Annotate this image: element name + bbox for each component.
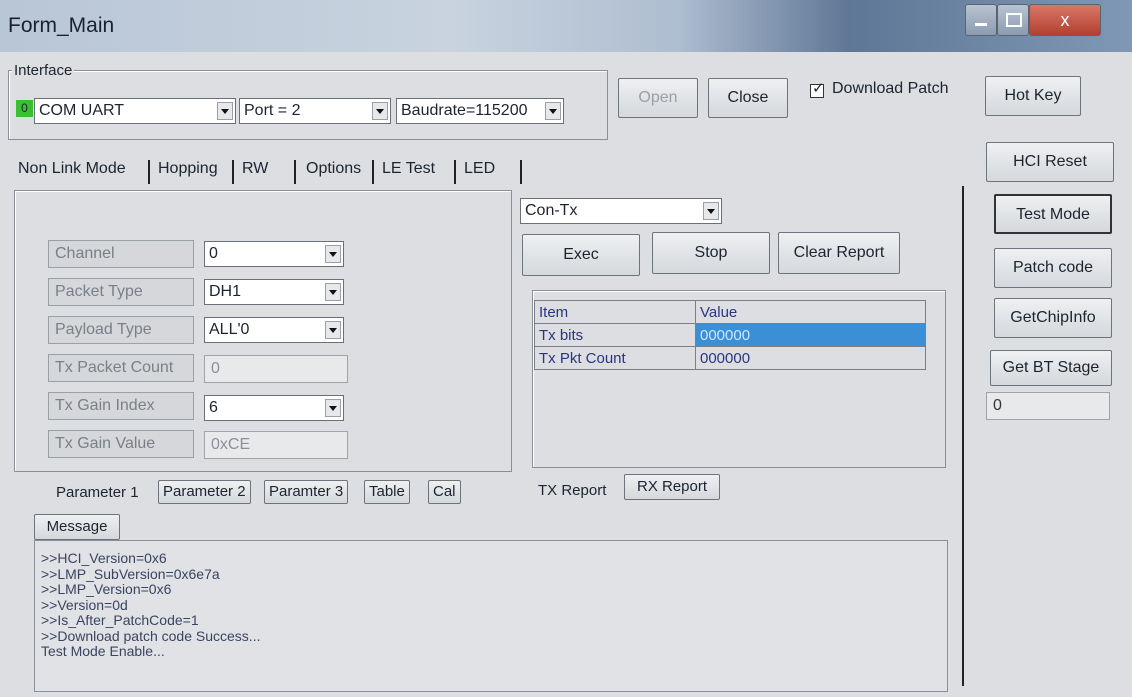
table-row[interactable]: Tx Pkt Count 000000 [534,346,926,370]
tab-options[interactable]: Options [302,160,365,178]
tab-le-test[interactable]: LE Test [378,160,439,178]
open-button[interactable]: Open [618,78,698,118]
chevron-down-icon[interactable] [325,283,341,301]
chevron-down-icon[interactable] [325,245,341,263]
tx-packet-count-input[interactable]: 0 [204,355,348,383]
get-chip-info-button[interactable]: GetChipInfo [994,298,1112,338]
tx-gain-value-label: Tx Gain Value [48,430,194,458]
report-header-item: Item [534,300,696,324]
tab-separator [454,160,456,184]
tx-packet-count-label: Tx Packet Count [48,354,194,382]
tab-separator [232,160,234,184]
tab-parameter-2[interactable]: Parameter 2 [158,480,251,504]
chevron-down-icon[interactable] [325,321,341,339]
close-button[interactable]: Close [708,78,788,118]
chevron-down-icon[interactable] [325,399,341,417]
packet-type-label: Packet Type [48,278,194,306]
stop-button[interactable]: Stop [652,232,770,274]
report-cell-item: Tx bits [534,323,696,347]
message-line: >>LMP_Version=0x6 [41,581,172,597]
port-type-value: COM UART [39,102,125,119]
exec-button[interactable]: Exec [522,234,640,276]
message-line: >>Version=0d [41,596,128,613]
minimize-icon[interactable] [965,4,997,36]
test-mode-value: Con-Tx [525,202,578,219]
tab-cal[interactable]: Cal [428,480,461,504]
main-tabs: Non Link Mode Hopping RW Options LE Test… [14,160,534,186]
chevron-down-icon[interactable] [545,102,561,120]
clear-report-button[interactable]: Clear Report [778,232,900,274]
report-cell-value: 000000 [695,323,926,347]
tab-led[interactable]: LED [460,160,499,178]
tab-rx-report[interactable]: RX Report [624,474,720,500]
chevron-down-icon[interactable] [217,102,233,120]
patch-code-button[interactable]: Patch code [994,248,1112,288]
tab-message[interactable]: Message [34,514,120,540]
close-icon[interactable]: x [1029,4,1101,36]
baudrate-select[interactable]: Baudrate=115200 [396,98,564,124]
tab-parameter-3[interactable]: Paramter 3 [264,480,349,504]
message-line: >>Is_After_PatchCode=1 [41,612,199,628]
test-mode-select[interactable]: Con-Tx [520,198,722,224]
message-log: >>HCI_Version=0x6 >>LMP_SubVersion=0x6e7… [34,540,948,692]
get-bt-stage-button[interactable]: Get BT Stage [990,350,1112,386]
packet-type-value: DH1 [209,283,242,300]
chevron-down-icon[interactable] [372,102,388,120]
test-mode-button[interactable]: Test Mode [994,194,1112,234]
report-header-value: Value [695,300,926,324]
interface-legend: Interface [12,62,75,79]
tab-rw[interactable]: RW [238,160,272,178]
right-divider [962,186,964,686]
download-patch-label: Download Patch [832,80,949,97]
table-row[interactable]: Tx bits 000000 [534,323,926,347]
tab-non-link-mode[interactable]: Non Link Mode [14,160,130,178]
status-led: 0 [16,100,33,117]
tab-tx-report[interactable]: TX Report [538,482,606,499]
baudrate-value: Baudrate=115200 [401,102,528,119]
message-line: >>LMP_SubVersion=0x6e7a [41,565,220,582]
parameter-tabs: Parameter 1 Parameter 2 Paramter 3 Table… [52,480,492,506]
tx-gain-index-label: Tx Gain Index [48,392,194,420]
message-line: >>HCI_Version=0x6 [41,550,167,566]
tab-hopping[interactable]: Hopping [154,160,222,178]
payload-type-label: Payload Type [48,316,194,344]
message-line: >>Download patch code Success... [41,627,261,644]
tx-gain-index-value: 6 [209,399,218,416]
hot-key-button[interactable]: Hot Key [985,76,1081,116]
download-patch-checkbox[interactable]: ✓ [810,80,825,98]
message-lines: >>HCI_Version=0x6 >>LMP_SubVersion=0x6e7… [41,550,261,660]
channel-select[interactable]: 0 [204,241,344,267]
maximize-icon[interactable] [997,4,1029,36]
chevron-down-icon[interactable] [703,202,719,220]
tab-table[interactable]: Table [364,480,410,504]
bt-stage-value: 0 [986,392,1110,420]
port-type-select[interactable]: COM UART [34,98,236,124]
channel-label: Channel [48,240,194,268]
tab-separator [148,160,150,184]
check-icon: ✓ [812,80,825,97]
title-bar: Form_Main x [0,0,1132,52]
tab-parameter-1[interactable]: Parameter 1 [52,484,143,501]
report-cell-item: Tx Pkt Count [534,346,696,370]
message-line: Test Mode Enable... [41,643,165,659]
hci-reset-button[interactable]: HCI Reset [986,142,1114,182]
tab-separator [372,160,374,184]
channel-value: 0 [209,245,218,262]
port-value: Port = 2 [244,102,301,119]
report-table: Item Value Tx bits 000000 Tx Pkt Count 0… [534,300,926,370]
tab-separator [294,160,296,184]
report-cell-value: 000000 [695,346,926,370]
tx-gain-index-select[interactable]: 6 [204,395,344,421]
payload-type-value: ALL'0 [209,321,250,338]
payload-type-select[interactable]: ALL'0 [204,317,344,343]
port-select[interactable]: Port = 2 [239,98,391,124]
tx-gain-value-field: 0xCE [204,431,348,459]
report-header-row: Item Value [534,300,926,324]
tab-separator [520,160,522,184]
window-title: Form_Main [8,14,115,37]
packet-type-select[interactable]: DH1 [204,279,344,305]
